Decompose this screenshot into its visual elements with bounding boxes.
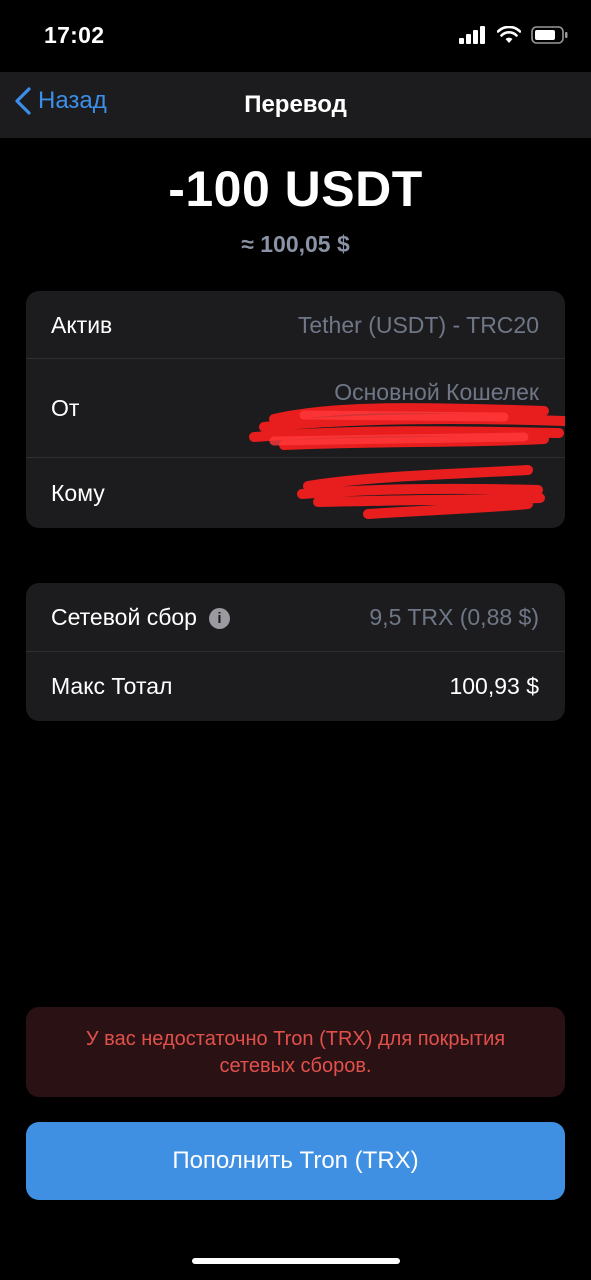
wifi-icon — [497, 26, 521, 43]
max-total-row: Макс Тотал 100,93 $ — [26, 652, 565, 721]
status-time: 17:02 — [44, 22, 105, 48]
page-title: Перевод — [244, 91, 347, 118]
redaction-scribble-to — [297, 465, 545, 519]
insufficient-funds-warning: У вас недостаточно Tron (TRX) для покрыт… — [26, 1007, 565, 1097]
network-fee-label-wrap: Сетевой сбор i — [51, 604, 230, 631]
max-total-value: 100,93 $ — [449, 673, 539, 699]
from-row: От Основной Кошелек — [26, 359, 565, 458]
to-row: Кому — [26, 458, 565, 528]
status-bar: 17:02 — [0, 0, 591, 72]
to-label: Кому — [51, 480, 105, 506]
navigation-bar: Назад Перевод — [0, 72, 591, 138]
network-fee-value: 9,5 TRX (0,88 $) — [369, 604, 539, 630]
home-indicator[interactable] — [192, 1258, 400, 1264]
asset-value: Tether (USDT) - TRC20 — [297, 312, 539, 338]
transfer-amount: -100 USDT — [168, 161, 423, 217]
status-icons — [459, 26, 569, 44]
redaction-scribble-from — [249, 403, 565, 450]
fees-card: Сетевой сбор i 9,5 TRX (0,88 $) Макс Тота… — [26, 583, 565, 721]
battery-icon — [531, 26, 568, 44]
from-label: От — [51, 395, 80, 421]
transfer-details-card: Актив Tether (USDT) - TRC20 От Основной … — [26, 291, 565, 528]
warning-text: У вас недостаточно Tron (TRX) для покрыт… — [85, 1028, 506, 1077]
cellular-signal-icon — [459, 26, 485, 44]
max-total-label: Макс Тотал — [51, 673, 173, 699]
asset-label: Актив — [51, 312, 113, 338]
network-fee-row: Сетевой сбор i 9,5 TRX (0,88 $) — [26, 583, 565, 652]
asset-row: Актив Tether (USDT) - TRC20 — [26, 291, 565, 359]
info-icon[interactable]: i — [208, 608, 230, 629]
top-up-tron-button[interactable]: Пополнить Tron (TRX) — [26, 1122, 565, 1200]
transfer-amount-fiat: ≈ 100,05 $ — [241, 231, 350, 257]
network-fee-label: Сетевой сбор — [51, 604, 197, 630]
